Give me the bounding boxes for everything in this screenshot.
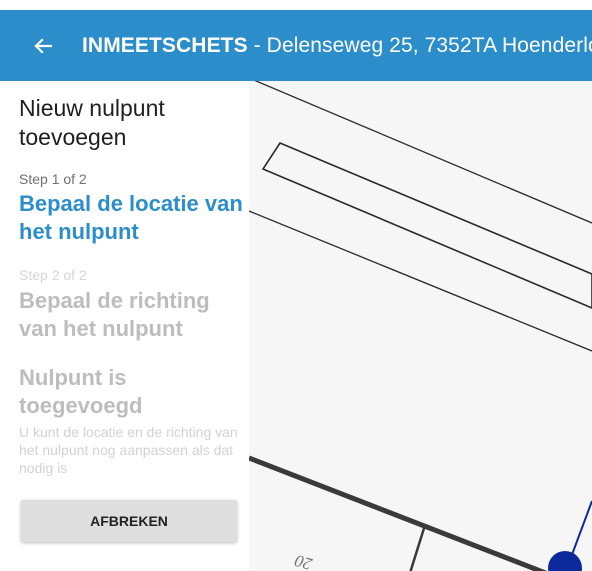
panel-title: Nieuw nulpunt toevoegen [19, 95, 165, 150]
step-2-title: Bepaal de richting van het nulpunt [19, 288, 210, 341]
step-1-label: Step 1 of 2 [19, 171, 87, 187]
app-title: INMEETSCHETS - Delenseweg 25, 7352TA Hoe… [82, 34, 592, 58]
done-title: Nulpunt is toegevoegd [19, 365, 143, 418]
back-button[interactable] [34, 31, 52, 61]
arrow-left-icon [34, 37, 52, 54]
cancel-button[interactable]: AFBREKEN [21, 500, 237, 542]
map-canvas[interactable]: 20 [249, 81, 592, 571]
wizard-panel: Nieuw nulpunt toevoegen Step 1 of 2 Bepa… [0, 81, 249, 571]
done-help-text: U kunt de locatie en de richting van het… [19, 424, 238, 476]
step-2-label: Step 2 of 2 [19, 267, 87, 283]
nulpunt-marker[interactable] [548, 551, 582, 571]
app-title-address: - Delenseweg 25, 7352TA Hoenderloo [247, 33, 592, 57]
parcel-number: 20 [292, 551, 314, 571]
app-title-main: INMEETSCHETS [82, 33, 248, 57]
parcel-divider [409, 524, 427, 571]
step-1-title: Bepaal de locatie van het nulpunt [19, 191, 243, 244]
parcel-outline [249, 81, 592, 352]
app-bar: INMEETSCHETS - Delenseweg 25, 7352TA Hoe… [0, 10, 592, 81]
